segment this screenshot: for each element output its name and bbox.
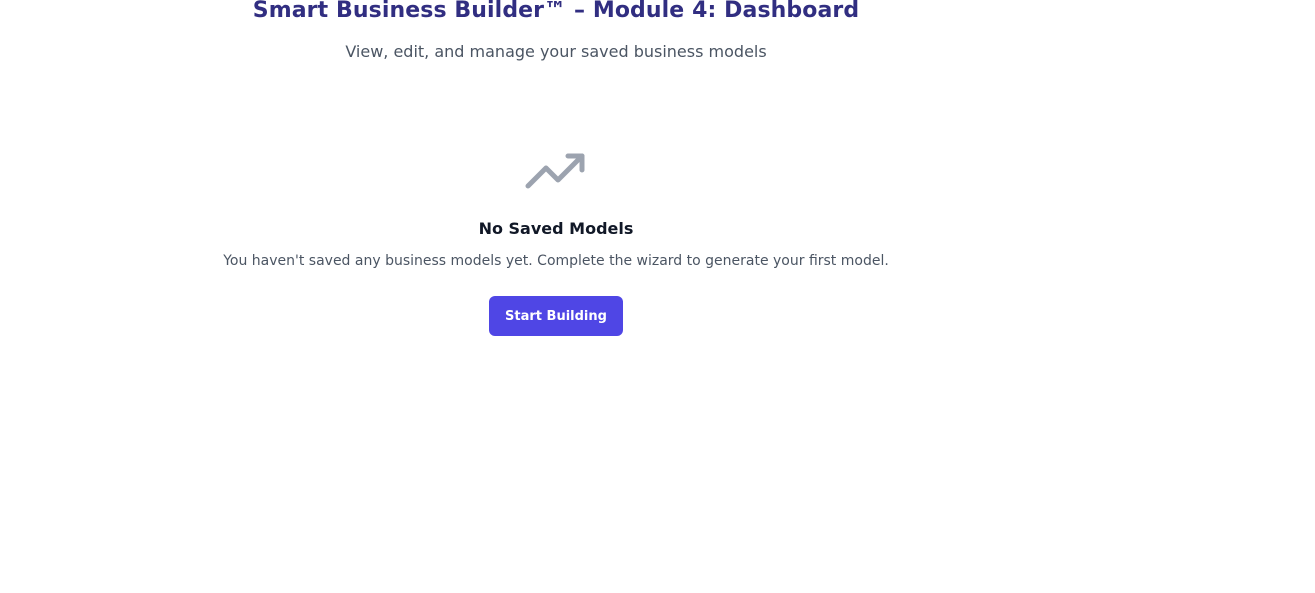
trending-up-icon — [525, 153, 585, 189]
dashboard-page: Smart Business Builder™ – Module 4: Dash… — [0, 0, 1315, 593]
empty-state-message: You haven't saved any business models ye… — [223, 253, 889, 269]
page-subtitle: View, edit, and manage your saved busine… — [345, 42, 767, 61]
empty-state: No Saved Models You haven't saved any bu… — [223, 152, 889, 336]
page-title: Smart Business Builder™ – Module 4: Dash… — [252, 0, 860, 23]
start-building-button[interactable]: Start Building — [489, 296, 623, 336]
empty-state-title: No Saved Models — [478, 219, 634, 238]
dashboard-content: Smart Business Builder™ – Module 4: Dash… — [0, 0, 1112, 336]
